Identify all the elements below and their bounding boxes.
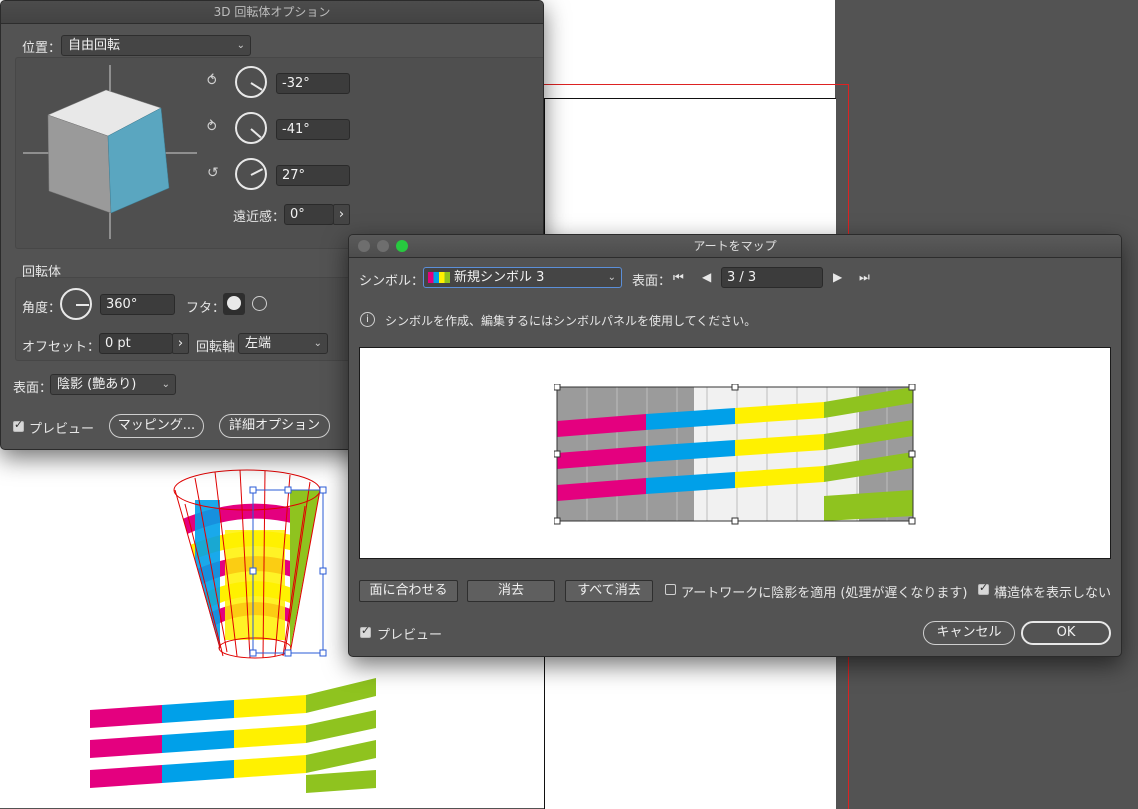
minimize-button[interactable] (377, 240, 389, 252)
chevron-down-icon: ⌄ (607, 272, 616, 283)
preview-checkbox[interactable] (13, 418, 24, 432)
surface-select[interactable]: 陰影 (艶あり) ⌄ (50, 374, 176, 395)
symbol-select-value: 新規シンボル 3 (454, 270, 545, 285)
symbol-thumbnail-icon (428, 272, 450, 283)
cap-off-icon (252, 296, 267, 311)
stripe-green (306, 740, 376, 773)
stripe-magenta (90, 765, 162, 788)
stripe-cyan (162, 700, 234, 723)
revolved-cup-artwork[interactable] (165, 460, 335, 665)
dialog-titlebar[interactable]: 3D 回転体オプション (1, 1, 543, 24)
stripe-yellow (234, 695, 306, 718)
cap-on-icon (227, 296, 241, 310)
zoom-button[interactable] (396, 240, 408, 252)
angle-dial[interactable] (60, 288, 92, 320)
dialog-titlebar[interactable]: アートをマップ (349, 235, 1121, 258)
rotate-z-icon: ↺ (207, 165, 219, 181)
rotate-x-icon: ⥀ (207, 73, 217, 89)
preview-checkbox[interactable] (360, 624, 371, 638)
axis-label: 回転軸 (196, 340, 236, 355)
ok-button[interactable]: OK (1021, 621, 1111, 645)
rotate-x-field[interactable]: -32° (276, 73, 350, 94)
surface-uv-map[interactable] (554, 384, 918, 526)
offset-field[interactable]: 0 pt (99, 333, 173, 354)
axis-select[interactable]: 左端 ⌄ (238, 333, 328, 354)
rotate-z-field[interactable]: 27° (276, 165, 350, 186)
position-label: 位置： (22, 41, 62, 56)
shade-artwork-checkbox[interactable] (665, 584, 676, 595)
offset-stepper[interactable]: › (172, 333, 189, 354)
perspective-label: 遠近感： (233, 210, 286, 225)
stripe-artwork (90, 678, 376, 793)
clear-all-button[interactable]: すべて消去 (565, 580, 653, 602)
rotate-y-dial[interactable] (235, 112, 267, 144)
dialog-title: 3D 回転体オプション (213, 5, 331, 19)
rotation-cube-trackball[interactable] (21, 63, 199, 241)
preview-label: プレビュー (29, 422, 95, 437)
clear-button[interactable]: 消去 (467, 580, 555, 602)
dialog-title: アートをマップ (693, 239, 777, 253)
surface-select-value: 陰影 (艶あり) (57, 377, 137, 392)
stripe-cyan (162, 730, 234, 753)
rotate-x-dial[interactable] (235, 66, 267, 98)
stripe-yellow (234, 725, 306, 748)
stripe-yellow (234, 755, 306, 778)
perspective-field[interactable]: 0° (284, 204, 334, 225)
preview-label: プレビュー (377, 628, 443, 643)
angle-field[interactable]: 360° (100, 294, 175, 315)
shade-artwork-label: アートワークに陰影を適用 (処理が遅くなります) (681, 586, 968, 601)
hide-geometry-checkbox[interactable] (978, 581, 989, 595)
stripe-cyan (162, 760, 234, 783)
close-button[interactable] (358, 240, 370, 252)
cap-on-button[interactable] (223, 293, 245, 315)
chevron-down-icon: ⌄ (313, 338, 322, 349)
chevron-down-icon: ⌄ (161, 379, 170, 390)
info-icon: i (360, 312, 375, 327)
angle-label: 角度： (22, 301, 62, 316)
symbol-select[interactable]: 新規シンボル 3 ⌄ (423, 267, 622, 288)
surface-label: 表面： (13, 381, 53, 396)
fit-to-surface-button[interactable]: 面に合わせる (359, 580, 458, 602)
surface-field[interactable]: 3 / 3 (721, 267, 823, 288)
rotate-z-dial[interactable] (235, 158, 267, 190)
symbol-label: シンボル： (359, 274, 425, 289)
map-preview-area[interactable] (359, 347, 1111, 559)
stripe-green (306, 678, 376, 713)
info-text: シンボルを作成、編集するにはシンボルパネルを使用してください。 (385, 314, 757, 328)
surface-label: 表面： (632, 274, 672, 289)
position-select-value: 自由回転 (68, 38, 121, 53)
chevron-right-icon: › (177, 336, 184, 351)
rotate-y-field[interactable]: -41° (276, 119, 350, 140)
stripe-magenta (90, 735, 162, 758)
stripe-green-extra (306, 770, 376, 793)
more-options-button[interactable]: 詳細オプション (219, 414, 330, 438)
cap-label: フタ： (186, 301, 226, 316)
next-surface-icon[interactable]: ▶ (833, 270, 842, 284)
first-surface-icon[interactable]: ⏮ (673, 270, 684, 285)
mapping-button[interactable]: マッピング... (109, 414, 204, 438)
stripe-magenta (90, 705, 162, 728)
axis-select-value: 左端 (245, 336, 272, 351)
hide-geometry-label: 構造体を表示しない (994, 586, 1112, 601)
chevron-down-icon: ⌄ (236, 40, 245, 51)
offset-label: オフセット： (22, 340, 101, 355)
chevron-right-icon: › (338, 207, 345, 222)
stripe-green (306, 710, 376, 743)
previous-surface-icon[interactable]: ◀ (702, 270, 711, 284)
cancel-button[interactable]: キャンセル (923, 621, 1015, 645)
rotate-y-icon: ⥁ (207, 119, 217, 135)
position-select[interactable]: 自由回転 ⌄ (61, 35, 251, 56)
map-art-dialog: アートをマップ シンボル： 新規シンボル 3 ⌄ 表面： ⏮ ◀ 3 / 3 ▶… (348, 234, 1122, 657)
perspective-stepper[interactable]: › (333, 204, 350, 225)
cap-off-button[interactable] (248, 293, 270, 315)
last-surface-icon[interactable]: ⏭ (859, 270, 870, 285)
